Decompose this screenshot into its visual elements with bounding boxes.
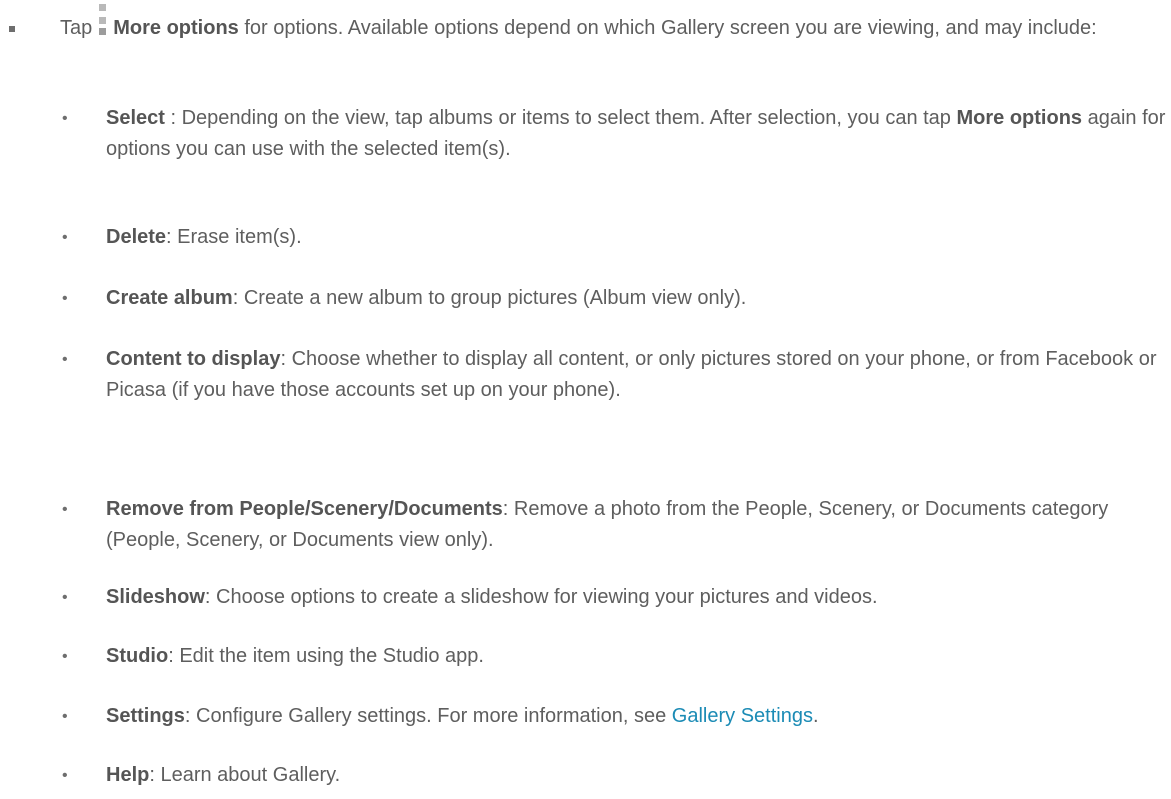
option-term: Slideshow [106,586,205,608]
option-description: Choose options to create a slideshow for… [216,586,878,608]
more-options-icon [99,4,107,36]
option-term: Select [106,107,165,129]
bullet: • [62,708,68,725]
option-term: Settings [106,705,185,727]
option-term: Help [106,764,150,786]
option-description: Depending on the view, tap albums or ite… [181,107,957,129]
option-term: Remove from People/Scenery/Documents [106,498,503,520]
tap-label: Tap [60,17,93,39]
option-description: Configure Gallery settings. For more inf… [196,705,672,727]
bullet: • [62,501,68,518]
bullet: • [62,351,68,368]
bullet: • [62,648,68,665]
bullet: • [62,229,68,246]
bullet: • [62,767,68,784]
option-term: Delete [106,226,167,248]
square-bullet [9,26,15,32]
option-description: Create a new album to group pictures (Al… [243,287,747,309]
bullet: • [62,589,68,606]
option-term: Studio [106,645,169,667]
option-term: Content to display [106,348,281,370]
gallery-settings-link[interactable]: Gallery Settings [672,705,813,727]
option-description: Learn about Gallery. [160,764,341,786]
bullet: • [62,290,68,307]
intro-rest-text: for options. Available options depend on… [238,17,1097,39]
option-description: Erase item(s). [177,226,302,248]
document-page: Tap More options for options. Available o… [0,0,1171,799]
more-options-label: More options [113,17,239,39]
option-term: Create album [106,287,233,309]
bullet: • [62,110,68,127]
more-options-label: More options [956,107,1083,129]
main-item-text: Tap More options for options. Available o… [60,4,1160,44]
option-description: Edit the item using the Studio app. [179,645,484,667]
